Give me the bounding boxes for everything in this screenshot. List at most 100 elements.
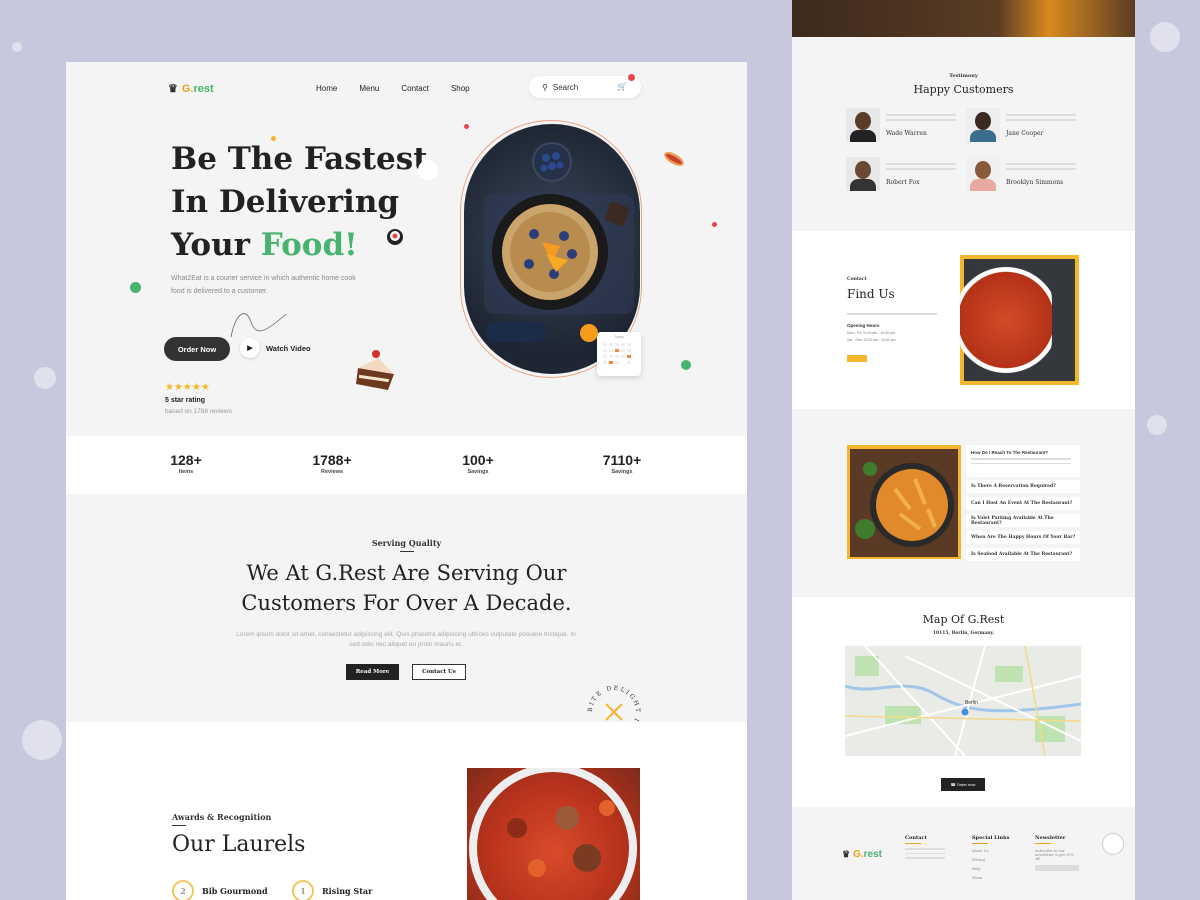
laurels-heading: Our Laurels <box>172 832 306 857</box>
pasta-image <box>850 449 958 557</box>
hero-subtitle: What2Eat is a courier service in which a… <box>171 275 356 295</box>
laurels-kicker: Awards & Recognition <box>172 812 272 822</box>
decor-dot <box>681 360 691 370</box>
footer-logo[interactable]: ♛ G.rest <box>842 849 882 860</box>
avatar <box>846 157 880 191</box>
squiggle-decoration <box>230 313 287 338</box>
find-heading: Find Us <box>847 287 895 301</box>
hero-title-line2: In Delivering <box>171 184 400 220</box>
newsletter-email-input[interactable] <box>1035 865 1079 871</box>
faq-item[interactable]: Can I Host An Event At The Restaurant? <box>966 497 1080 510</box>
serving-quality-section: Serving Quality We At G.Rest Are Serving… <box>66 494 747 739</box>
footer-newsletter-title: Newsletter <box>1035 835 1066 841</box>
phone-icon: ☎ <box>950 782 956 787</box>
order-button-label: Order now <box>956 782 976 787</box>
stat-value: 128+ <box>170 452 202 468</box>
map-section: Map Of G.Rest 10115, Berlin, Germany. Be… <box>792 597 1135 807</box>
search-input[interactable]: Search <box>553 83 578 92</box>
footer-links-title: Special Links <box>972 835 1010 841</box>
nav-links: Home Menu Contact Shop <box>316 84 470 93</box>
stat-label: Savings <box>467 469 489 475</box>
stat-label: Reviews <box>320 469 343 475</box>
stat-reviews: 1788+ Reviews <box>302 452 362 475</box>
serving-heading-line2: Customers For Over A Decade. <box>241 591 572 615</box>
cart-icon[interactable]: 🛒 <box>617 82 627 91</box>
logo-rest: rest <box>863 849 882 860</box>
footer-contact-title: Contact <box>905 835 927 841</box>
read-more-button[interactable]: Read More <box>346 664 399 680</box>
chef-hat-icon: ♛ <box>842 849 851 859</box>
map-address: 10115, Berlin, Germany. <box>932 631 995 636</box>
nav-home[interactable]: Home <box>316 84 337 93</box>
footer-badge <box>1102 833 1124 855</box>
brand-logo[interactable]: ♛ G.rest <box>168 82 214 96</box>
faq-open-item[interactable]: How Do I Reach To The Restaurant? <box>966 445 1080 477</box>
logo-g: G. <box>181 82 194 95</box>
serving-heading-line1: We At G.Rest Are Serving Our <box>246 561 567 585</box>
cart-badge <box>628 74 635 81</box>
spoon-divider <box>400 551 414 552</box>
footer-link[interactable]: About Us <box>972 849 1009 853</box>
nav-menu[interactable]: Menu <box>359 84 379 93</box>
stat-value: 100+ <box>462 452 494 468</box>
sushi-icon <box>387 229 403 245</box>
faq-item[interactable]: Is Seafood Available At The Restaurant? <box>966 548 1080 561</box>
play-icon: ▶ <box>240 338 260 358</box>
customer-card: Wade Warren <box>846 108 956 142</box>
nav-shop[interactable]: Shop <box>451 84 470 93</box>
hero-title: Be The Fastest In Delivering Your Food! <box>171 138 451 267</box>
top-food-banner <box>792 0 1135 37</box>
order-now-button[interactable]: Order Now <box>164 337 230 361</box>
berlin-map[interactable]: Berlin <box>845 646 1081 756</box>
decor-dot <box>271 136 276 141</box>
award-name: Bib Gourmond <box>202 886 268 896</box>
stew-food-image <box>467 768 640 900</box>
faq-item[interactable]: Is There A Reservation Required? <box>966 480 1080 493</box>
bg-bubble <box>34 367 56 389</box>
customer-name: Wade Warren <box>886 130 927 137</box>
stat-value: 7110+ <box>602 452 642 468</box>
search-bar[interactable]: ⚲ Search 🛒 <box>529 74 641 98</box>
medal-icon: 2 <box>172 880 194 900</box>
customer-card: Brooklyn Simmons <box>966 157 1076 191</box>
faq-item[interactable]: When Are The Happy Hours Of Your Bar? <box>966 531 1080 544</box>
nav-contact[interactable]: Contact <box>401 84 429 93</box>
customer-card: Robert Fox <box>846 157 956 191</box>
chef-hat-icon: ♛ <box>168 83 178 95</box>
decor-dot <box>712 222 717 227</box>
find-kicker: Contact <box>847 277 867 282</box>
stew-illustration <box>469 768 637 900</box>
faq-item[interactable]: Is Valet Parking Available At The Restau… <box>966 514 1080 527</box>
order-now-button-map[interactable]: ☎ Order now <box>941 778 985 791</box>
stat-label: Savings <box>611 469 633 475</box>
logo-rest: rest <box>193 82 214 95</box>
hero-title-line1: Be The Fastest <box>171 141 428 177</box>
footer-link[interactable]: Menu <box>972 876 1009 880</box>
map-city-label: Berlin <box>965 700 978 706</box>
stat-label: Items <box>178 469 194 475</box>
footer-link[interactable]: Pricing <box>972 858 1009 862</box>
landing-page-main: ♛ G.rest Home Menu Contact Shop ⚲ Search… <box>66 62 747 900</box>
watch-video-label: Watch Video <box>266 343 311 353</box>
find-us-section: Contact Find Us Opening Hours Mon - Fri:… <box>792 231 1135 409</box>
hero-title-accent: Food! <box>260 227 358 263</box>
bg-bubble <box>12 42 22 52</box>
decor-dot <box>130 282 141 293</box>
serving-paragraph: Lorem ipsum dolor sit amet, consectetur … <box>236 631 576 648</box>
review-text-lines <box>1006 114 1076 124</box>
footer-links-column: Special Links About Us Pricing Help Menu <box>972 835 1009 880</box>
customer-name: Robert Fox <box>886 179 920 186</box>
logo-g: G. <box>853 849 864 860</box>
avatar <box>966 157 1000 191</box>
stats-bar: 128+ Items 1788+ Reviews 100+ Savings 7110+… <box>66 436 747 494</box>
watch-video-button[interactable]: ▶ Watch Video <box>240 338 311 358</box>
footer-link[interactable]: Help <box>972 867 1009 871</box>
map-illustration: Berlin <box>845 646 1081 756</box>
find-us-button[interactable] <box>847 355 867 362</box>
map-heading: Map Of G.Rest <box>922 613 1005 626</box>
landing-page-continued: Testimony Happy Customers Wade Warren Ja… <box>792 0 1135 900</box>
award-item: 1 Rising Star <box>292 880 372 900</box>
spoon-divider <box>172 825 186 826</box>
bg-bubble <box>1147 415 1167 435</box>
contact-us-button[interactable]: Contact Us <box>412 664 466 680</box>
